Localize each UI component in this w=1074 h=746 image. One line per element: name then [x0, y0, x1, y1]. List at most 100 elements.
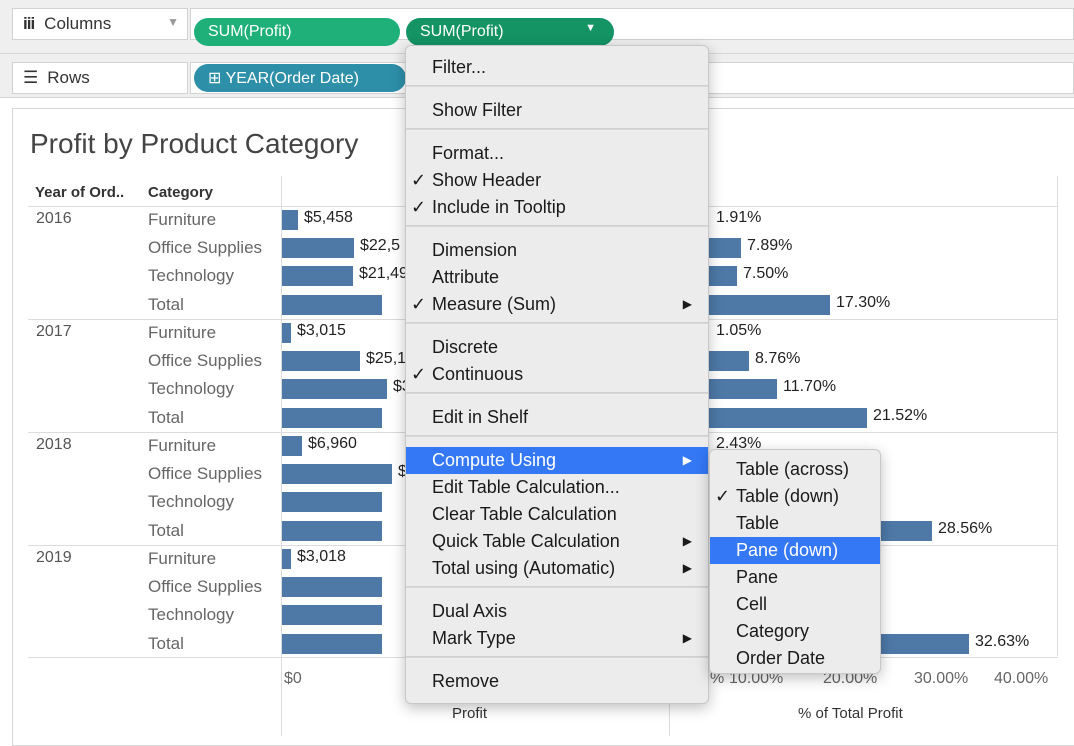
pct-data-label: 1.91%	[716, 209, 762, 226]
category-label: Total	[148, 520, 184, 540]
menu-item-label: Edit in Shelf	[432, 407, 529, 427]
menu-item-label: Measure (Sum)	[432, 294, 557, 314]
category-label: Total	[148, 407, 184, 427]
profit-bar[interactable]	[282, 549, 291, 569]
year-label: 2019	[36, 549, 72, 566]
profit-bar[interactable]	[282, 294, 382, 315]
profit-bar[interactable]	[282, 577, 382, 598]
menu-item-remove[interactable]: Remove	[406, 668, 708, 695]
submenu-item-label: Cell	[736, 594, 768, 614]
menu-item-label: Compute Using	[432, 450, 557, 470]
pct-data-label: 28.56%	[938, 519, 993, 537]
profit-bar[interactable]	[282, 520, 382, 541]
columns-icon: iii	[23, 14, 35, 33]
profit-bar[interactable]	[282, 379, 387, 400]
profit-bar[interactable]	[282, 323, 291, 343]
pct-axis-title: % of Total Profit	[798, 705, 903, 722]
profit-bar[interactable]	[282, 266, 353, 287]
profit-bar[interactable]	[282, 436, 302, 456]
check-icon: ✓	[411, 364, 427, 384]
menu-item-include-in-tooltip[interactable]: ✓ Include in Tooltip	[406, 194, 708, 221]
profit-bar[interactable]	[282, 605, 382, 626]
category-label: Technology	[148, 266, 235, 286]
menu-item-label: Dimension	[432, 240, 518, 260]
menu-item-filter[interactable]: Filter...	[406, 54, 708, 81]
submenu-arrow-icon: ▶	[682, 297, 692, 311]
menu-item-mark-type[interactable]: Mark Type ▶	[406, 625, 708, 652]
submenu-item-cell[interactable]: Cell	[710, 591, 880, 618]
pill-sum-profit[interactable]: SUM(Profit)	[194, 18, 400, 46]
menu-item-attribute[interactable]: Attribute	[406, 264, 708, 291]
submenu-arrow-icon: ▶	[682, 534, 692, 548]
profit-data-label: $22,5	[360, 237, 401, 255]
menu-item-edit-table-calculation[interactable]: Edit Table Calculation...	[406, 474, 708, 501]
profit-data-label: $5,458	[304, 209, 353, 226]
menu-separator	[406, 392, 708, 394]
menu-item-label: Attribute	[432, 267, 500, 287]
rows-label-text: Rows	[47, 68, 90, 87]
category-label: Technology	[148, 492, 235, 512]
menu-item-measure-sum[interactable]: ✓ Measure (Sum) ▶	[406, 291, 708, 318]
submenu-arrow-icon: ▶	[682, 631, 692, 645]
caret-down-icon[interactable]: ▼	[585, 22, 596, 34]
menu-item-continuous[interactable]: ✓ Continuous	[406, 361, 708, 388]
category-label: Furniture	[148, 549, 217, 568]
menu-item-label: Discrete	[432, 337, 499, 357]
profit-bar[interactable]	[282, 464, 392, 485]
submenu-item-label: Table (across)	[736, 459, 850, 479]
pct-data-label: 11.70%	[783, 378, 837, 396]
submenu-item-order-date[interactable]: Order Date	[710, 645, 880, 672]
pill-sum-profit-active[interactable]: SUM(Profit) ▼	[406, 18, 614, 46]
profit-axis-title: Profit	[452, 705, 488, 722]
pct-data-label: 21.52%	[873, 406, 928, 424]
menu-item-format[interactable]: Format...	[406, 140, 708, 167]
menu-item-label: Mark Type	[432, 628, 516, 648]
submenu-item-table[interactable]: Table	[710, 510, 880, 537]
menu-item-compute-using[interactable]: Compute Using ▶	[406, 447, 708, 474]
check-icon: ✓	[411, 197, 427, 217]
menu-item-clear-table-calculation[interactable]: Clear Table Calculation	[406, 501, 708, 528]
menu-item-label: Format...	[432, 143, 505, 163]
header-year: Year of Ord..	[35, 184, 125, 201]
menu-item-dimension[interactable]: Dimension	[406, 237, 708, 264]
view-title: Profit by Product Category	[30, 128, 359, 159]
pct-data-label: 7.89%	[747, 237, 793, 255]
menu-item-show-filter[interactable]: Show Filter	[406, 97, 708, 124]
profit-axis-tick: $0	[284, 670, 302, 687]
submenu-item-pane[interactable]: Pane	[710, 564, 880, 591]
pill-label: SUM(Profit)	[420, 23, 504, 40]
menu-item-quick-table-calculation[interactable]: Quick Table Calculation ▶	[406, 528, 708, 555]
menu-item-label: Continuous	[432, 364, 524, 384]
submenu-item-pane-down[interactable]: Pane (down)	[710, 537, 880, 564]
pct-data-label: 7.50%	[743, 265, 789, 283]
profit-bar[interactable]	[282, 633, 382, 654]
menu-item-label: Show Filter	[432, 100, 523, 120]
profit-bar[interactable]	[282, 210, 298, 230]
pct-data-label: 8.76%	[755, 350, 801, 368]
profit-data-label: $6,960	[308, 435, 357, 452]
profit-bar[interactable]	[282, 351, 360, 372]
category-label: Technology	[148, 379, 235, 399]
menu-item-total-using-automatic[interactable]: Total using (Automatic) ▶	[406, 555, 708, 582]
menu-separator	[406, 128, 708, 130]
menu-item-edit-in-shelf[interactable]: Edit in Shelf	[406, 404, 708, 431]
chevron-down-icon[interactable]: ▼	[167, 15, 179, 29]
check-icon: ✓	[411, 170, 427, 190]
submenu-item-table-across[interactable]: Table (across)	[710, 456, 880, 483]
profit-bar[interactable]	[282, 407, 382, 428]
check-icon: ✓	[411, 294, 427, 314]
pill-year-order-date[interactable]: ⊞ YEAR(Order Date)	[194, 64, 406, 92]
category-label: Office Supplies	[148, 577, 263, 597]
menu-item-show-header[interactable]: ✓ Show Header	[406, 167, 708, 194]
category-label: Furniture	[148, 436, 217, 455]
menu-item-dual-axis[interactable]: Dual Axis	[406, 598, 708, 625]
menu-item-discrete[interactable]: Discrete	[406, 334, 708, 361]
profit-bar[interactable]	[282, 492, 382, 513]
pct-axis-tick: 30.00%	[914, 670, 969, 687]
submenu-item-label: Table	[736, 513, 780, 533]
profit-bar[interactable]	[282, 238, 354, 259]
columns-label-text: Columns	[44, 14, 112, 33]
submenu-item-table-down[interactable]: ✓ Table (down)	[710, 483, 880, 510]
menu-item-label: Clear Table Calculation	[432, 504, 617, 524]
submenu-item-category[interactable]: Category	[710, 618, 880, 645]
